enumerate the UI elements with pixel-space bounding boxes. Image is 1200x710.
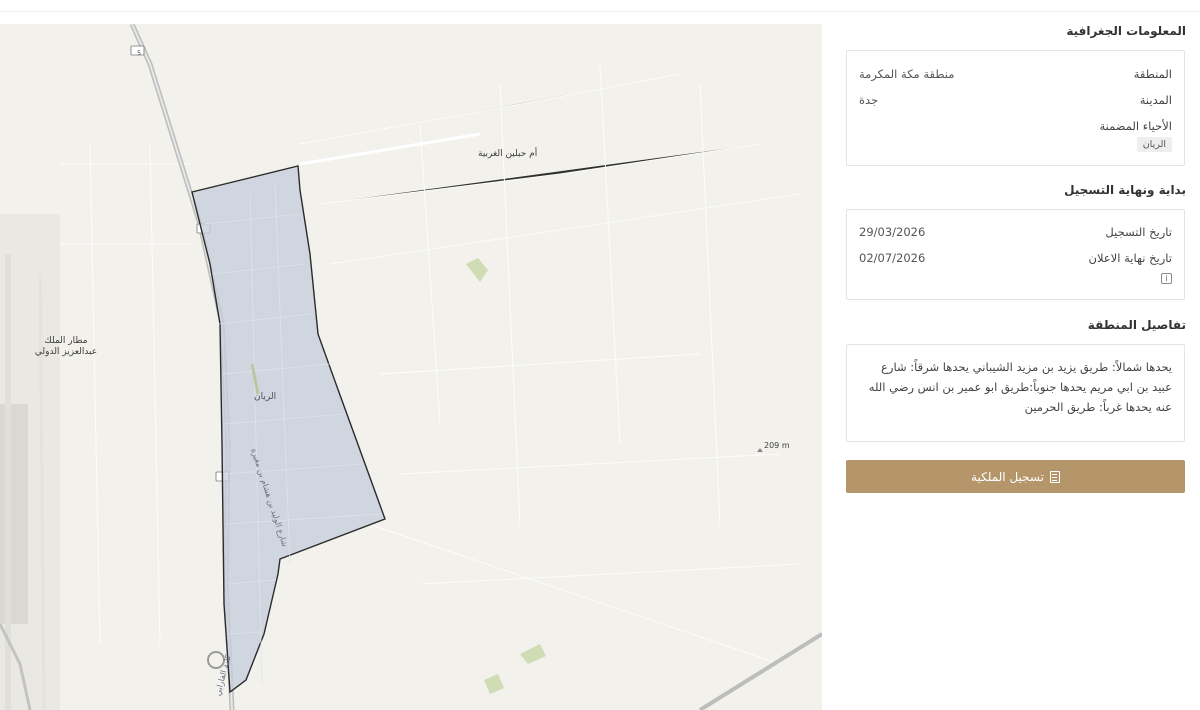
start-date-value: 29/03/2026 — [859, 225, 926, 239]
park-patch-2 — [520, 644, 546, 664]
geo-section-title: المعلومات الجغرافية — [1066, 24, 1186, 38]
runway-area — [0, 404, 28, 624]
area-description: يحدها شمالاً: طريق يزيد بن مزيد الشيباني… — [868, 360, 1172, 414]
district-polygon[interactable] — [191, 165, 386, 694]
info-icon[interactable]: i — [1161, 273, 1172, 284]
building-icon — [1049, 470, 1060, 483]
region-row: المنطقة منطقة مكة المكرمة — [859, 67, 1172, 81]
highway — [129, 24, 235, 710]
register-ownership-button[interactable]: تسجيل الملكية — [846, 460, 1185, 493]
label-elevation: 209 m — [764, 441, 790, 450]
road-north — [299, 132, 481, 166]
city-row: المدينة جدة — [859, 93, 1172, 107]
registration-section-title: بداية ونهاية التسجيل — [1064, 183, 1186, 197]
area-section-title: تفاصيل المنطقة — [1087, 318, 1186, 332]
label-airport: مطار الملك عبدالعزيز الدولي — [34, 336, 98, 357]
road-se — [698, 632, 822, 710]
districts-row: الأحياء المضمنة — [859, 119, 1172, 133]
label-um-hablain: أم حبلين الغربية — [478, 149, 538, 159]
park-patch-1 — [466, 258, 488, 282]
label-neighborhood: الريان — [254, 392, 277, 402]
details-panel: المعلومات الجغرافية المنطقة منطقة مكة ال… — [846, 0, 1186, 710]
city-label: المدينة — [1139, 93, 1172, 107]
registration-card: تاريخ التسجيل 29/03/2026 تاريخ نهاية الا… — [846, 209, 1185, 300]
highway-inner — [131, 24, 233, 710]
area-card: يحدها شمالاً: طريق يزيد بن مزيد الشيباني… — [846, 344, 1185, 442]
end-date-label: تاريخ نهاية الاعلان — [1088, 251, 1173, 265]
geo-card: المنطقة منطقة مكة المكرمة المدينة جدة ال… — [846, 50, 1185, 166]
elevation-marker-icon — [757, 448, 763, 452]
end-date-row: تاريخ نهاية الاعلان 02/07/2026 — [859, 251, 1172, 265]
park-patch-3 — [484, 674, 504, 694]
end-date-value: 02/07/2026 — [859, 251, 926, 265]
street-grid — [60, 63, 801, 665]
register-ownership-label: تسجيل الملكية — [971, 469, 1044, 484]
map-canvas[interactable] — [0, 24, 822, 710]
region-value: منطقة مكة المكرمة — [859, 67, 955, 81]
start-date-label: تاريخ التسجيل — [1105, 225, 1172, 239]
city-value: جدة — [859, 93, 879, 107]
district-chip[interactable]: الريان — [1136, 137, 1172, 152]
start-date-row: تاريخ التسجيل 29/03/2026 — [859, 225, 1172, 239]
districts-label: الأحياء المضمنة — [1099, 119, 1172, 133]
map-view[interactable]: 5 أم حبلين الغربية مطار الملك عبدالعزيز … — [0, 24, 822, 710]
region-label: المنطقة — [1133, 67, 1172, 81]
road-shield-label: 5 — [137, 50, 141, 57]
